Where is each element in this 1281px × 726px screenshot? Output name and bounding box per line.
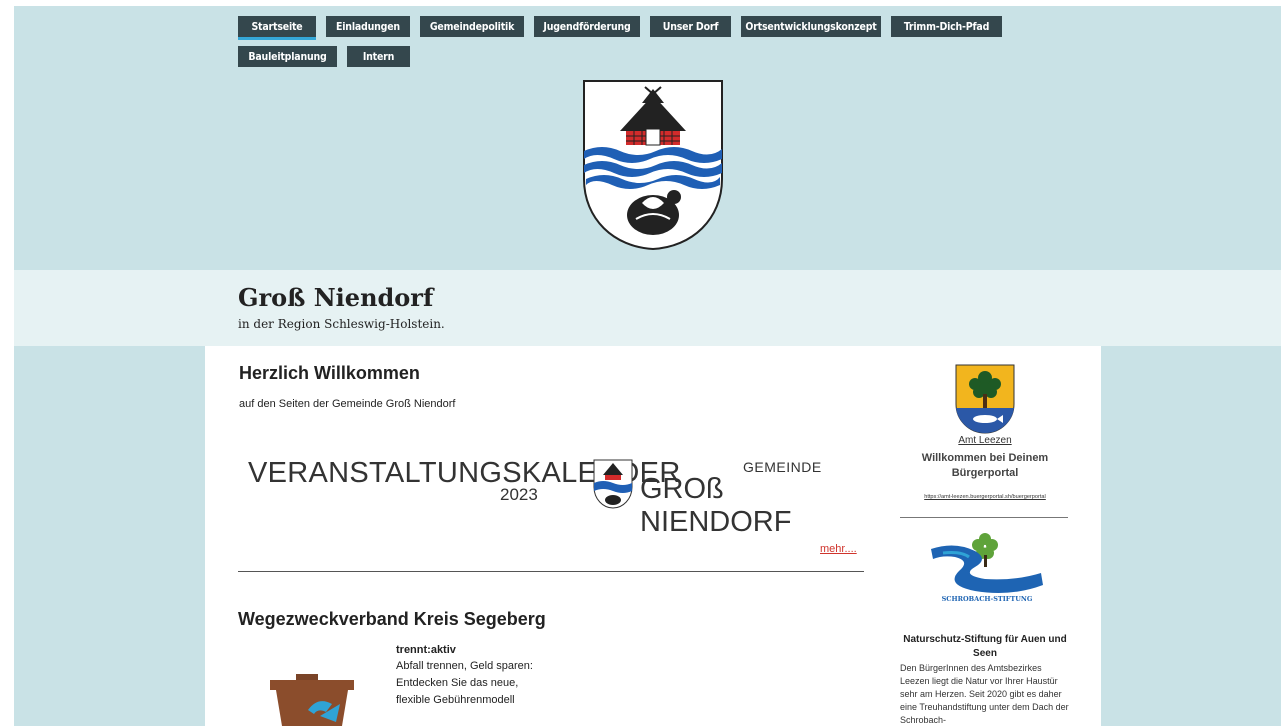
banner-year: 2023 — [500, 485, 538, 504]
schrobach-title: Naturschutz-Stiftung für Auen und Seen — [903, 634, 1067, 659]
event-calendar-banner[interactable]: VERANSTALTUNGSKALENDER 2023 GEMEINDE GRO… — [238, 455, 868, 538]
banner-crest-icon — [593, 459, 633, 509]
amt-welcome-text: Willkommen bei Deinem Bürgerportal — [921, 452, 1049, 480]
welcome-text: auf den Seiten der Gemeinde Groß Niendor… — [239, 398, 456, 410]
sidebar-divider — [900, 517, 1068, 518]
nav-item-einladungen[interactable]: Einladungen — [326, 16, 410, 37]
banner-name: GROß NIENDORF — [640, 473, 792, 538]
divider — [238, 571, 864, 572]
schrobach-stiftung-logo[interactable]: SCHROBACH-STIFTUNG — [925, 527, 1049, 605]
nav-row-1: Startseite Einladungen Gemeindepolitik Juge… — [238, 16, 1018, 40]
welcome-heading: Herzlich Willkommen — [239, 363, 420, 383]
nav-item-unser-dorf[interactable]: Unser Dorf — [650, 16, 731, 37]
nav-item-startseite[interactable]: Startseite — [238, 16, 316, 40]
trennt-line-3: flexible Gebührenmodell — [396, 694, 515, 706]
waste-bin-icon[interactable] — [270, 674, 354, 726]
nav-item-trimm-dich-pfad[interactable]: Trimm-Dich-Pfad — [891, 16, 1002, 37]
nav-item-bauleitplanung[interactable]: Bauleitplanung — [238, 46, 337, 67]
more-link[interactable]: mehr.... — [820, 543, 857, 555]
wegezweckverband-heading: Wegezweckverband Kreis Segeberg — [238, 609, 546, 629]
amt-leezen-crest-icon[interactable] — [955, 364, 1015, 434]
nav-item-ortsentwicklungskonzept[interactable]: Ortsentwicklungskonzept — [741, 16, 881, 37]
site-title: Groß Niendorf — [238, 283, 434, 312]
schrobach-text: Den BürgerInnen des Amtsbezirkes Leezen … — [900, 663, 1069, 726]
site-subtitle: in der Region Schleswig-Holstein. — [238, 317, 445, 331]
buergerportal-url-link[interactable]: https://amt-leezen.buergerportal.sh/buer… — [900, 494, 1070, 500]
nav-row-2: Bauleitplanung Intern — [238, 46, 1018, 67]
trennt-line-2: Entdecken Sie das neue, — [396, 677, 519, 689]
main-navigation: Startseite Einladungen Gemeindepolitik Juge… — [238, 16, 1018, 76]
title-band — [14, 270, 1281, 346]
nav-item-jugendförderung[interactable]: Jugendförderung — [534, 16, 640, 37]
trennt-aktiv-title: trennt:aktiv — [396, 644, 456, 656]
coat-of-arms-icon[interactable] — [582, 79, 724, 251]
amt-leezen-link[interactable]: Amt Leezen — [900, 435, 1070, 446]
schrobach-logo-text: SCHROBACH-STIFTUNG — [942, 595, 1033, 603]
trennt-line-1: Abfall trennen, Geld sparen: — [396, 660, 533, 672]
nav-item-gemeindepolitik[interactable]: Gemeindepolitik — [420, 16, 524, 37]
nav-item-intern[interactable]: Intern — [347, 46, 410, 67]
